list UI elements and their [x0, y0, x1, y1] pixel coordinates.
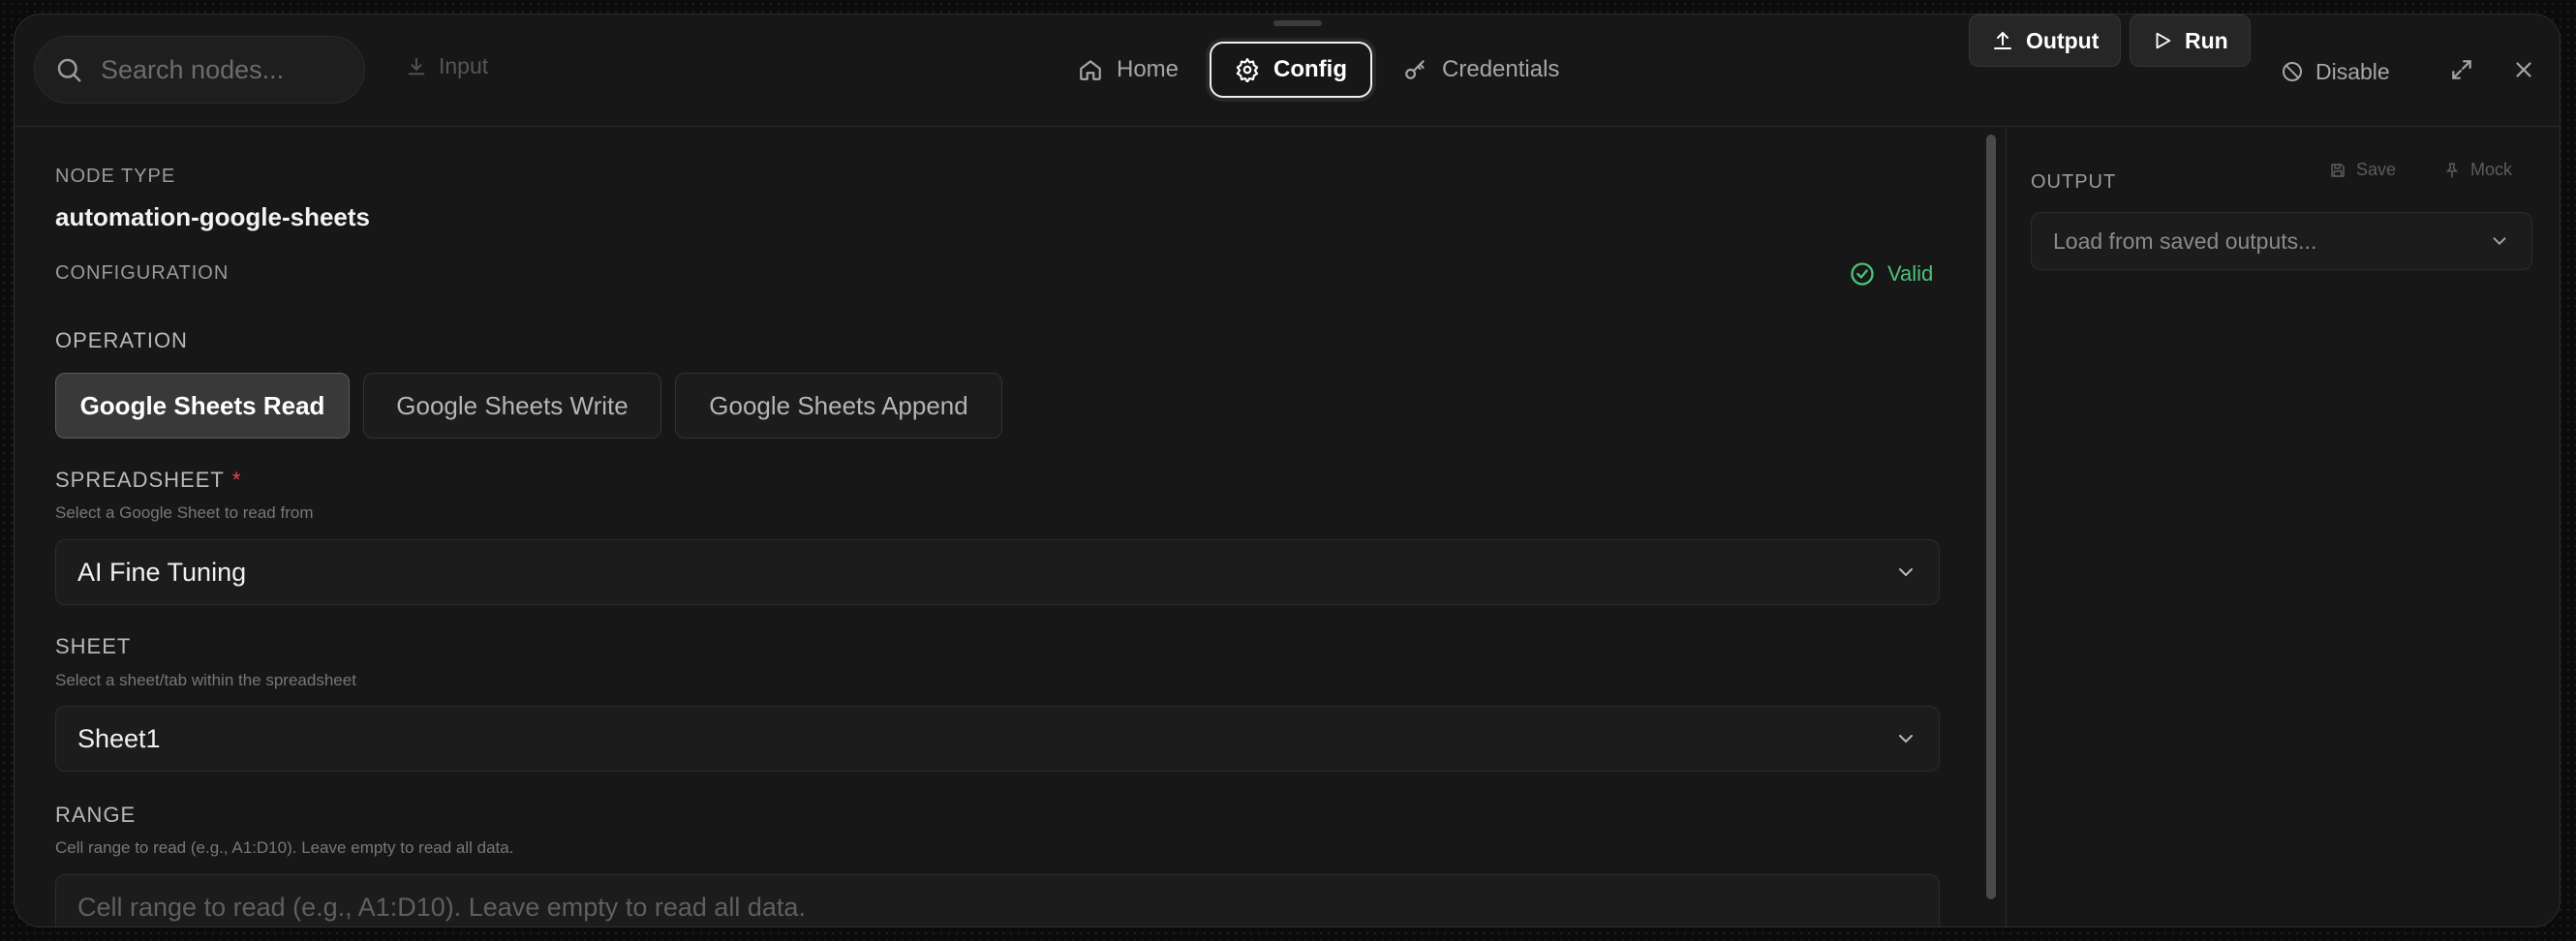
pane-divider — [2006, 127, 2007, 926]
search-input[interactable] — [99, 53, 335, 86]
config-scrollbar[interactable] — [1986, 135, 1996, 899]
tab-home[interactable]: Home — [1055, 42, 1202, 98]
disable-button[interactable]: Disable — [2281, 46, 2390, 98]
mock-label: Mock — [2470, 160, 2513, 179]
upload-icon — [1994, 31, 2011, 49]
spreadsheet-label: SPREADSHEET * — [55, 468, 241, 493]
output-label: OUTPUT — [2031, 171, 2117, 193]
save-icon — [2331, 163, 2345, 177]
expand-button[interactable] — [2449, 57, 2474, 87]
close-button[interactable] — [2511, 57, 2536, 87]
home-icon — [1080, 60, 1101, 80]
search-icon — [57, 58, 81, 82]
operation-label: OPERATION — [55, 328, 188, 352]
operation-write-button[interactable]: Google Sheets Write — [363, 373, 661, 439]
output-button[interactable]: Output — [1969, 15, 2122, 67]
node-config-panel: Input Home Config Credentials Output Run — [14, 14, 2561, 927]
sheet-label: SHEET — [55, 634, 132, 658]
run-button[interactable]: Run — [2130, 15, 2251, 67]
play-icon — [2156, 32, 2171, 49]
tab-config[interactable]: Config — [1210, 42, 1373, 98]
operation-read-button[interactable]: Google Sheets Read — [55, 373, 350, 439]
sheet-hint: Select a sheet/tab within the spreadshee… — [55, 671, 356, 689]
input-label: Input — [439, 53, 489, 78]
input-button[interactable]: Input — [406, 53, 488, 79]
sheet-select[interactable]: Sheet1 — [55, 706, 1940, 772]
gear-icon — [1236, 58, 1259, 82]
chevron-down-icon — [2493, 237, 2506, 246]
sheet-value: Sheet1 — [77, 723, 161, 753]
range-label: RANGE — [55, 803, 137, 827]
valid-label: Valid — [1887, 261, 1934, 286]
tab-credentials-label: Credentials — [1442, 56, 1560, 82]
download-icon — [408, 57, 425, 75]
spreadsheet-label-text: SPREADSHEET — [55, 468, 225, 492]
required-mark: * — [231, 468, 242, 492]
chevron-down-icon — [1899, 735, 1913, 744]
valid-status: Valid — [1849, 260, 1933, 288]
saved-outputs-select[interactable]: Load from saved outputs... — [2031, 212, 2532, 270]
tab-config-label: Config — [1273, 56, 1348, 82]
save-label: Save — [2356, 160, 2397, 179]
ban-icon — [2283, 62, 2302, 81]
tab-credentials[interactable]: Credentials — [1380, 42, 1582, 98]
tab-bar: Home Config Credentials — [1055, 42, 1582, 98]
spreadsheet-select[interactable]: AI Fine Tuning — [55, 539, 1940, 605]
search-box[interactable] — [34, 36, 365, 104]
tab-home-label: Home — [1117, 56, 1180, 82]
spreadsheet-hint: Select a Google Sheet to read from — [55, 503, 314, 522]
node-type-label: NODE TYPE — [55, 166, 176, 187]
config-pane: NODE TYPE automation-google-sheets CONFI… — [15, 127, 1994, 926]
range-hint: Cell range to read (e.g., A1:D10). Leave… — [55, 838, 514, 857]
range-input[interactable] — [55, 874, 1940, 926]
saved-outputs-placeholder: Load from saved outputs... — [2053, 228, 2317, 254]
key-icon — [1405, 60, 1425, 79]
close-icon — [2516, 62, 2531, 77]
configuration-label: CONFIGURATION — [55, 262, 230, 284]
operation-append-button[interactable]: Google Sheets Append — [675, 373, 1002, 439]
mock-button[interactable]: Mock — [2443, 160, 2512, 180]
top-bar: Input Home Config Credentials Output Run — [15, 15, 2560, 127]
pin-icon — [2445, 163, 2459, 177]
chevron-down-icon — [1899, 568, 1913, 577]
run-button-label: Run — [2185, 27, 2228, 53]
node-type-value: automation-google-sheets — [55, 202, 371, 231]
expand-icon — [2452, 60, 2471, 79]
output-button-label: Output — [2026, 27, 2100, 53]
operation-group: Google Sheets Read Google Sheets Write G… — [55, 373, 1024, 440]
disable-button-label: Disable — [2315, 58, 2390, 84]
spreadsheet-value: AI Fine Tuning — [77, 557, 247, 587]
save-button[interactable]: Save — [2329, 160, 2396, 180]
check-circle-icon — [1851, 262, 1874, 286]
